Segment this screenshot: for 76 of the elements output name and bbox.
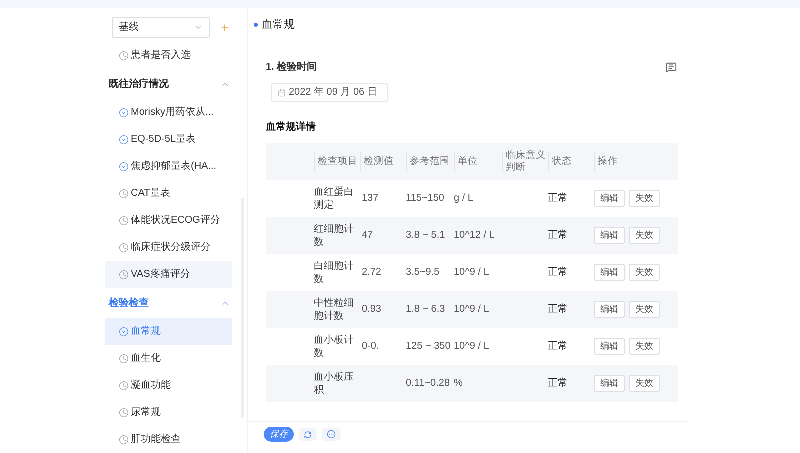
table-cell-text: 47 [361,229,374,243]
status-cell-text: 正常 [548,228,569,243]
sidebar-item[interactable]: 临床症状分级评分 [105,234,232,261]
action-button[interactable]: 失效 [629,264,660,281]
table-cell-text: % [454,377,464,391]
calendar-icon [278,88,286,96]
action-button[interactable]: 编辑 [594,264,625,281]
section-header[interactable]: 检验检查 [105,288,232,318]
sidebar-item[interactable]: 焦虑抑郁量表(HA... [105,153,232,180]
table-cell-text: 10^12 / L [454,229,496,243]
sidebar-item[interactable]: 肝功能检查 [105,426,232,453]
action-button[interactable]: 编辑 [594,301,625,318]
sidebar-item[interactable]: 患者是否入选 [105,42,232,69]
action-button[interactable]: 编辑 [594,190,625,207]
more-icon [327,430,336,439]
action-button[interactable]: 失效 [629,375,660,392]
date-field[interactable]: 2022 年 09 月 06 日 [271,83,388,102]
section-title: 血常规详情 [266,120,317,135]
comment-icon[interactable] [666,62,677,73]
column-header: 单位 [458,156,478,168]
table-cell-text: 10^9 / L [454,340,490,354]
action-button[interactable]: 失效 [629,190,660,207]
stage-select[interactable]: 基线 [112,17,210,38]
question-label: 1. 检验时间 [266,60,318,75]
sidebar-item[interactable]: 凝血功能 [105,372,232,399]
table-cell-text: 0-0. [361,340,380,354]
status-cell-text: 正常 [548,340,569,354]
table-cell-text: 10^9 / L [454,303,490,317]
sidebar-item[interactable]: 尿常规 [105,399,232,426]
action-button[interactable]: 编辑 [594,227,625,244]
status-cell-text: 正常 [548,302,569,317]
table-cell-text: 2.72 [361,266,382,280]
chevron-down-icon [194,23,203,32]
refresh-button[interactable] [299,428,317,441]
table-cell-text: 115~150 [406,192,446,205]
column-header: 参考范围 [410,156,450,168]
table-cell-text: 0.11~0.28 [406,377,452,390]
sidebar-item[interactable]: CAT量表 [105,180,232,207]
table-cell-text: 血红蛋白测定 [314,186,355,212]
sidebar-item[interactable]: 血常规 [105,318,232,345]
table-cell-text: 白细胞计数 [314,260,355,286]
table-cell-text: 3.8 ~ 5.1 [406,229,446,242]
column-header: 状态 [552,156,572,168]
action-button[interactable]: 编辑 [594,375,625,392]
column-header: 临床意义判断 [506,150,547,174]
action-button[interactable]: 编辑 [594,338,625,355]
action-button[interactable]: 失效 [629,301,660,318]
more-button[interactable] [322,428,341,441]
status-cell-text: 正常 [548,266,569,280]
page-title: 血常规 [262,18,295,33]
add-icon[interactable] [220,22,230,32]
sidebar-item[interactable]: Morisky用药依从... [105,99,232,126]
column-header: 检查项目 [318,156,358,168]
status-cell-text: 正常 [548,192,569,206]
sidebar-item[interactable]: EQ-5D-5L量表 [105,126,232,153]
sidebar-item[interactable]: VAS疼痛评分 [105,261,232,288]
sidebar-item[interactable]: 血生化 [105,345,232,372]
section-header[interactable]: 既往治疗情况 [105,69,232,99]
sidebar-item[interactable]: 体能状况ECOG评分 [105,207,232,234]
table-cell-text: g / L [454,192,474,206]
table-cell-text: 中性粒细胞计数 [314,296,355,322]
table-cell-text: 血小板计数 [314,334,355,360]
table-cell-text: 137 [361,192,380,206]
table-cell-text: 10^9 / L [454,266,490,280]
table-cell-text: 血小板压积 [314,370,355,396]
table-cell-text: 125 ~ 350 [406,340,452,353]
action-button[interactable]: 失效 [629,227,660,244]
table-cell-text: 0.93 [361,303,382,317]
status-cell-text: 正常 [548,376,569,391]
table-cell-text: 1.8 ~ 6.3 [406,303,446,316]
action-button[interactable]: 失效 [629,338,660,355]
column-header: 检测值 [364,156,394,168]
refresh-icon [304,430,312,438]
table-cell-text: 3.5~9.5 [406,266,441,279]
column-header: 操作 [598,156,618,168]
table-cell-text: 红细胞计数 [314,222,355,248]
